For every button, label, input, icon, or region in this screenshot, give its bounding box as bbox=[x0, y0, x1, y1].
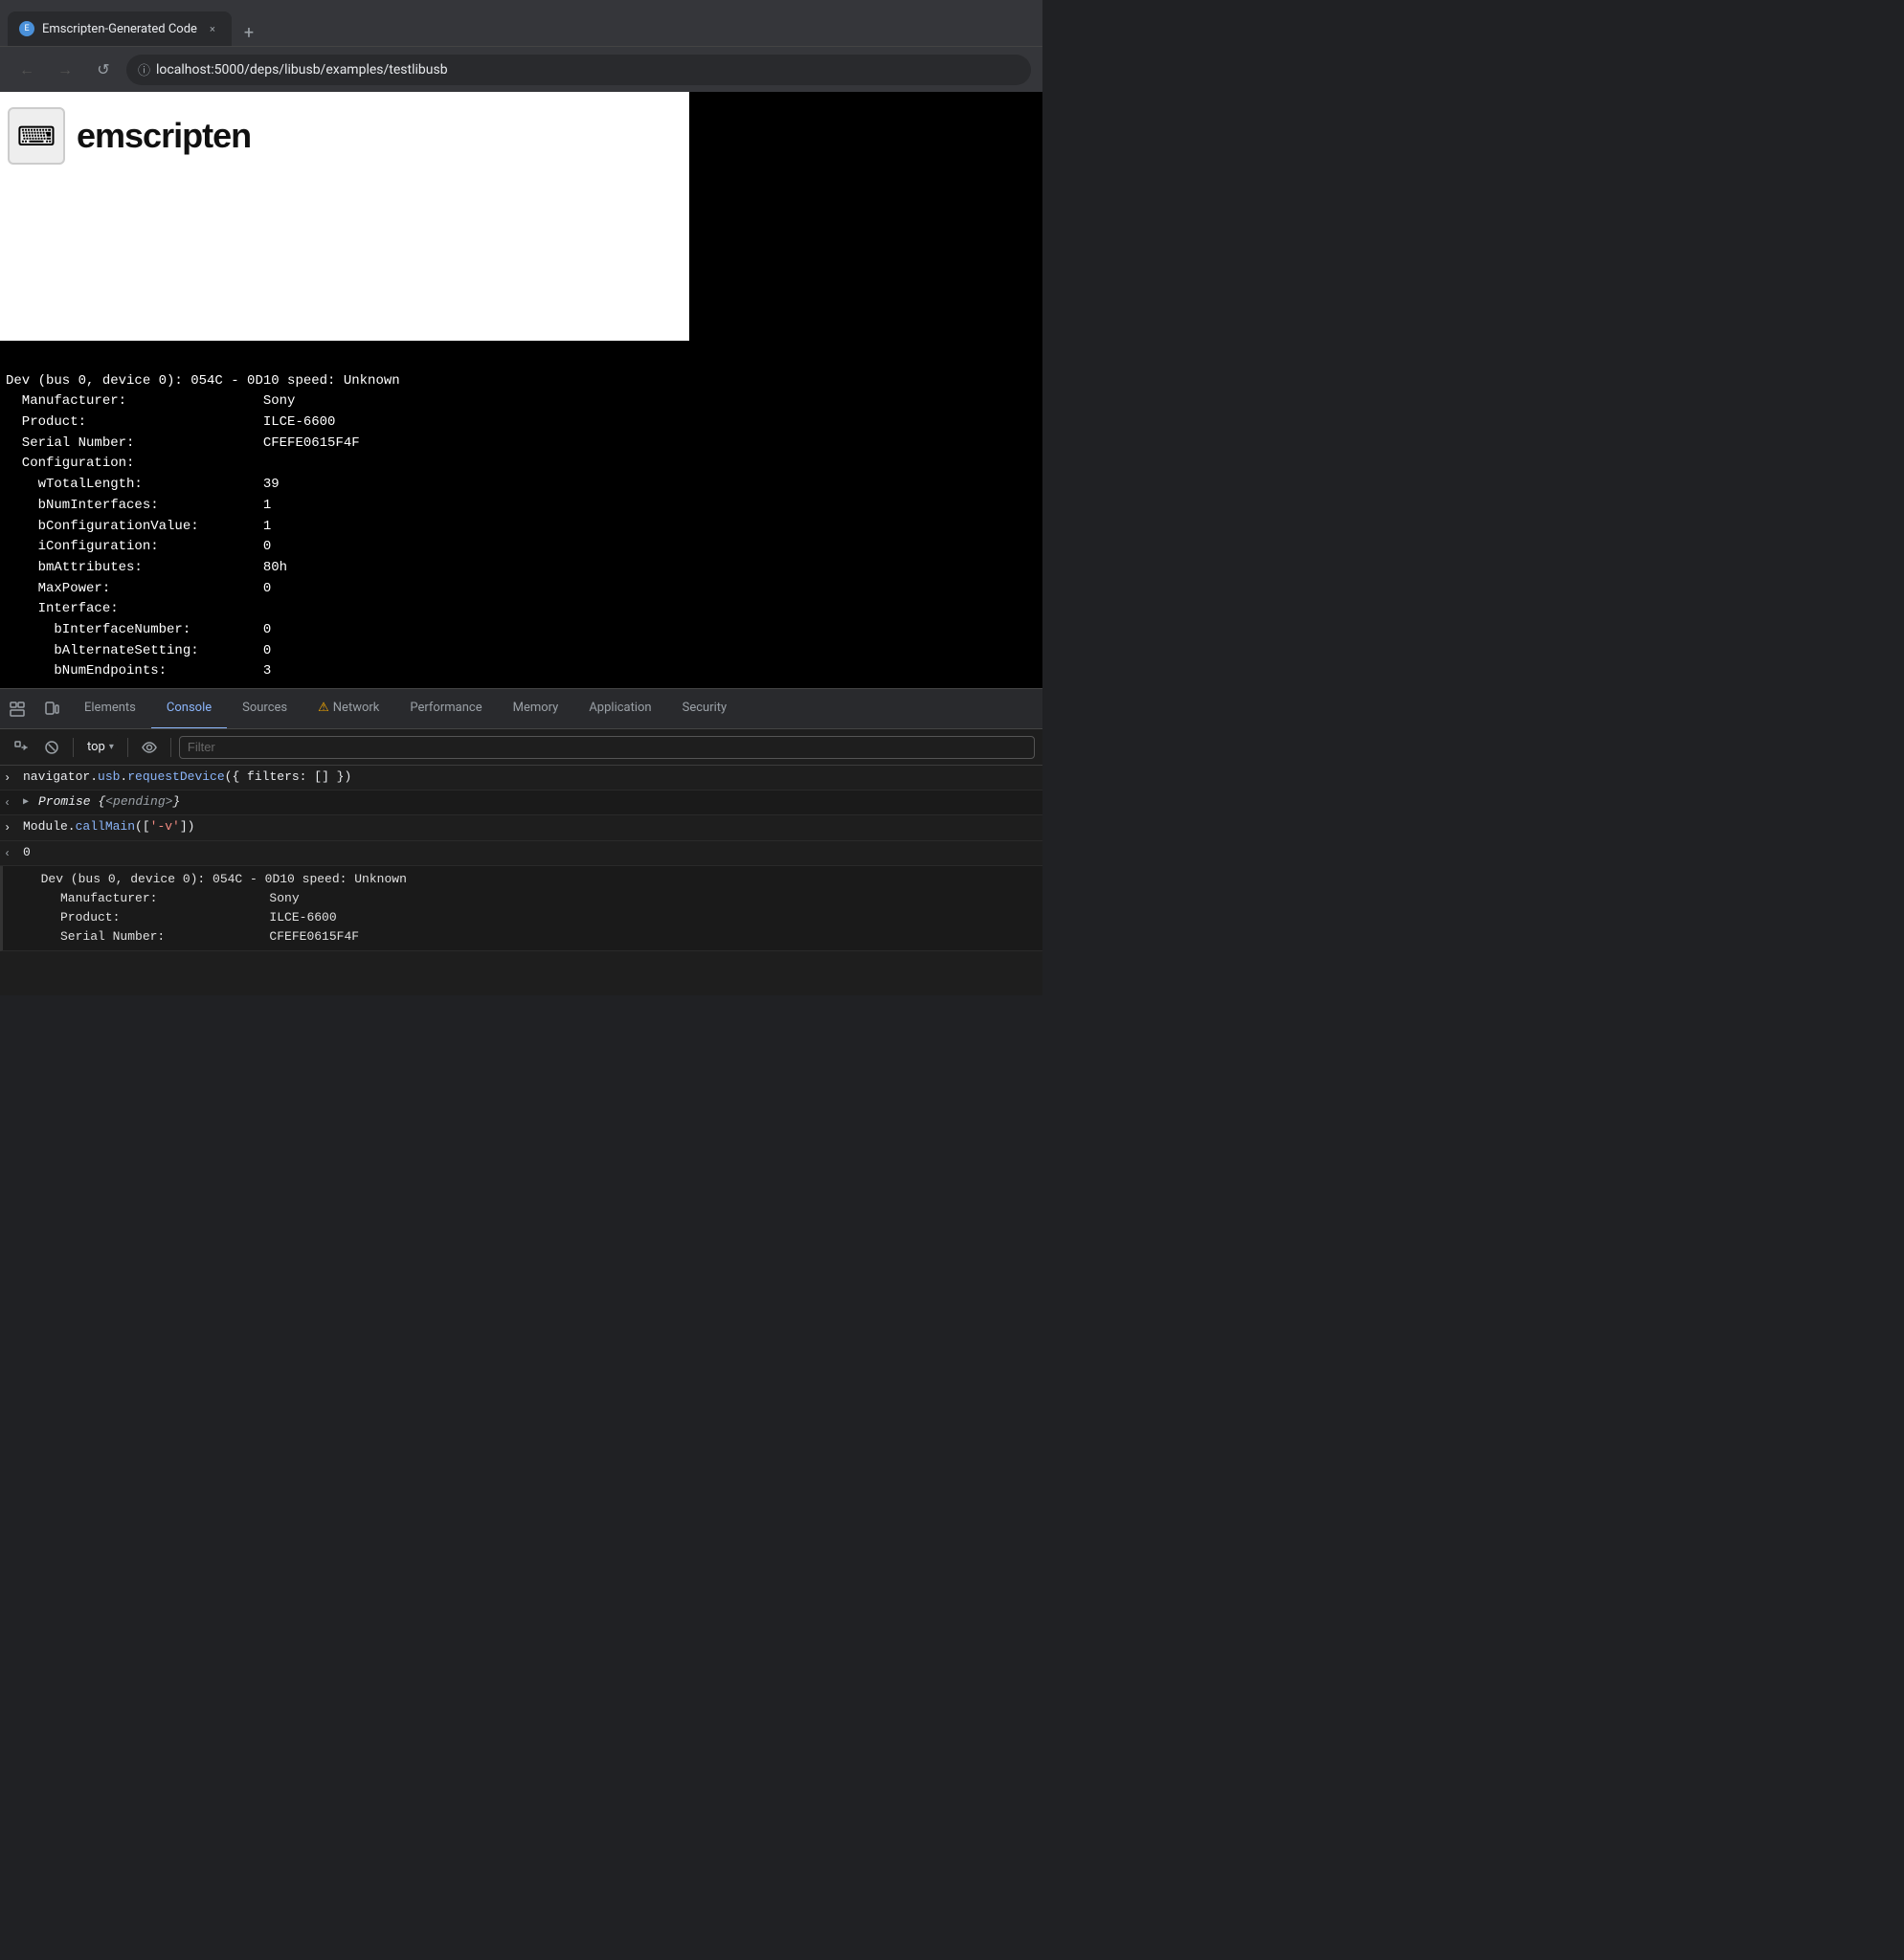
logo-icon: ⌨ bbox=[17, 121, 56, 152]
page-right bbox=[689, 92, 1042, 341]
emscripten-logo: ⌨ bbox=[8, 107, 65, 165]
console-output-text-1: Promise {<pending>} bbox=[38, 792, 180, 813]
terminal-output: Dev (bus 0, device 0): 054C - 0D10 speed… bbox=[0, 341, 1042, 688]
output-line-2: Manufacturer: Sony bbox=[26, 889, 1037, 908]
active-tab[interactable]: E Emscripten-Generated Code × bbox=[8, 11, 232, 46]
tab-network[interactable]: ⚠ Network bbox=[302, 689, 394, 729]
output-arrow: ‹ bbox=[4, 792, 23, 813]
page-title: emscripten bbox=[77, 116, 251, 156]
stop-button[interactable] bbox=[38, 734, 65, 761]
console-content: › navigator.usb.requestDevice({ filters:… bbox=[0, 766, 1042, 995]
tab-performance[interactable]: Performance bbox=[394, 689, 497, 729]
reload-button[interactable]: ↺ bbox=[88, 55, 119, 85]
console-return-value: 0 bbox=[23, 843, 31, 863]
console-output-block: Dev (bus 0, device 0): 054C - 0D10 speed… bbox=[0, 866, 1042, 952]
output-line-4: Serial Number: CFEFE0615F4F bbox=[26, 927, 1037, 947]
toolbar-divider-2 bbox=[127, 738, 128, 757]
toolbar-divider-3 bbox=[170, 738, 171, 757]
input-arrow: › bbox=[4, 768, 23, 788]
tab-application[interactable]: Application bbox=[573, 689, 666, 729]
console-toolbar: top ▾ bbox=[0, 729, 1042, 766]
expand-icon[interactable]: ▶ bbox=[23, 792, 38, 811]
network-warning-icon: ⚠ bbox=[318, 701, 329, 715]
back-button[interactable]: ← bbox=[11, 55, 42, 85]
console-command-1: navigator.usb.requestDevice({ filters: [… bbox=[23, 768, 351, 788]
inspect-element-button[interactable] bbox=[0, 692, 34, 726]
address-text: localhost:5000/deps/libusb/examples/test… bbox=[156, 62, 448, 78]
tab-close-button[interactable]: × bbox=[205, 21, 220, 36]
page-left: ⌨ emscripten bbox=[0, 92, 689, 341]
tab-title: Emscripten-Generated Code bbox=[42, 22, 197, 36]
browser-toolbar: ← → ↺ ⓘ localhost:5000/deps/libusb/examp… bbox=[0, 46, 1042, 92]
address-bar[interactable]: ⓘ localhost:5000/deps/libusb/examples/te… bbox=[126, 55, 1031, 85]
tab-elements[interactable]: Elements bbox=[69, 689, 151, 729]
forward-button[interactable]: → bbox=[50, 55, 80, 85]
toolbar-divider bbox=[73, 738, 74, 757]
tab-memory[interactable]: Memory bbox=[498, 689, 574, 729]
browser-titlebar: E Emscripten-Generated Code × + bbox=[0, 0, 1042, 46]
tab-favicon: E bbox=[19, 21, 34, 36]
console-output-row-1: ‹ ▶ Promise {<pending>} bbox=[0, 791, 1042, 815]
console-input-row: › navigator.usb.requestDevice({ filters:… bbox=[0, 766, 1042, 791]
run-script-button[interactable] bbox=[8, 734, 34, 761]
device-toolbar-button[interactable] bbox=[34, 692, 69, 726]
filter-input[interactable] bbox=[179, 736, 1035, 759]
return-arrow: ‹ bbox=[4, 843, 23, 863]
output-line-3: Product: ILCE-6600 bbox=[26, 908, 1037, 927]
console-input-row-2: › Module.callMain(['-v']) bbox=[0, 815, 1042, 840]
eye-button[interactable] bbox=[136, 734, 163, 761]
tab-strip: E Emscripten-Generated Code × + bbox=[8, 0, 1035, 46]
output-line-1: Dev (bus 0, device 0): 054C - 0D10 speed… bbox=[26, 870, 1037, 889]
tab-console[interactable]: Console bbox=[151, 689, 227, 729]
console-return-row: ‹ 0 bbox=[0, 841, 1042, 866]
security-icon: ⓘ bbox=[138, 60, 150, 78]
context-selector[interactable]: top ▾ bbox=[81, 735, 120, 760]
tab-sources[interactable]: Sources bbox=[227, 689, 302, 729]
devtools-panel: Elements Console Sources ⚠ Network Perfo… bbox=[0, 688, 1042, 995]
devtools-tab-bar: Elements Console Sources ⚠ Network Perfo… bbox=[0, 689, 1042, 729]
new-tab-button[interactable]: + bbox=[235, 19, 262, 46]
console-command-2: Module.callMain(['-v']) bbox=[23, 817, 194, 837]
page-content: ⌨ emscripten bbox=[0, 92, 1042, 341]
tab-security[interactable]: Security bbox=[667, 689, 743, 729]
input-arrow-2: › bbox=[4, 817, 23, 837]
